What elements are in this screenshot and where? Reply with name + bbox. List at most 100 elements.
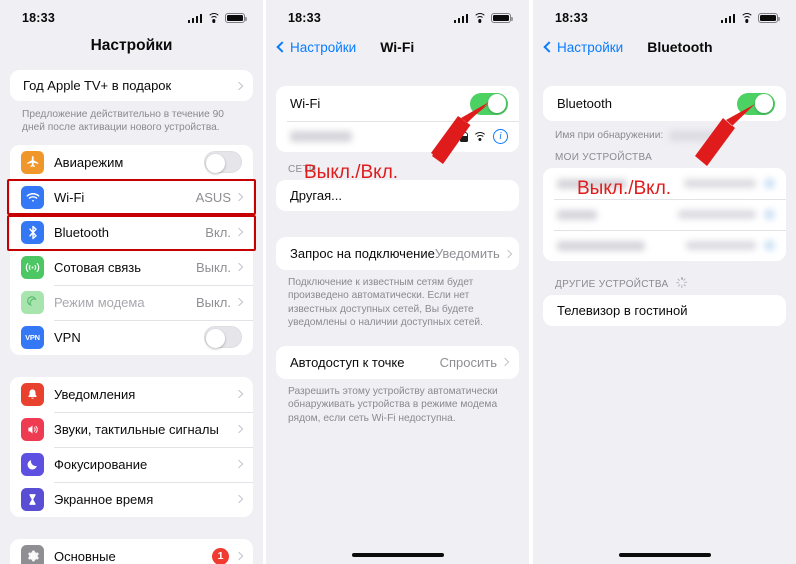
bluetooth-navbar: Настройки Bluetooth — [533, 30, 796, 64]
promo-label: Год Apple TV+ в подарок — [23, 78, 172, 93]
cellular-bars-icon — [453, 13, 468, 23]
promo-group: Год Apple TV+ в подарок — [10, 70, 253, 101]
page-title: Bluetooth — [647, 39, 713, 55]
chevron-right-icon — [234, 390, 244, 399]
settings-row-screentime[interactable]: Экранное время — [10, 481, 253, 517]
settings-row-airplane[interactable]: Авиарежим — [10, 144, 253, 180]
home-indicator — [351, 552, 444, 557]
settings-row-notifications[interactable]: Уведомления — [10, 376, 253, 412]
chevron-right-icon — [503, 249, 513, 258]
annotation-arrow — [695, 104, 755, 166]
chevron-right-icon — [234, 228, 244, 237]
status-icons — [187, 13, 247, 23]
info-icon[interactable] — [764, 178, 775, 189]
settings-row-label: Фокусирование — [54, 456, 148, 472]
phone-screen-settings: 18:33 Настройки Год Apple TV+ в подарок … — [0, 0, 263, 564]
airplane-icon — [21, 150, 44, 174]
status-time: 18:33 — [555, 11, 588, 25]
status-badge: 1 — [212, 547, 229, 564]
device-status-redacted — [686, 241, 756, 250]
device-name-redacted — [557, 209, 597, 220]
other-network-row[interactable]: Другая... — [276, 180, 519, 211]
wifi-icon — [207, 13, 220, 23]
chevron-left-icon — [543, 41, 555, 53]
auto-hotspot-row[interactable]: Автодоступ к точке Спросить — [276, 345, 519, 379]
back-button[interactable]: Настройки — [276, 39, 357, 55]
loading-spinner-icon — [676, 277, 688, 288]
info-icon[interactable] — [764, 209, 775, 220]
list-item[interactable] — [543, 230, 786, 261]
settings-row-cellular[interactable]: Сотовая связь Выкл. — [10, 249, 253, 285]
chevron-right-icon — [234, 495, 244, 504]
ask-to-join-row[interactable]: Запрос на подключение Уведомить — [276, 237, 519, 270]
networks-group: Другая... — [276, 180, 519, 211]
wifi-navbar: Настройки Wi-Fi — [266, 30, 529, 64]
settings-row-label: Авиарежим — [54, 154, 124, 170]
status-bar: 18:33 — [533, 0, 796, 30]
settings-row-general[interactable]: Основные 1 — [10, 538, 253, 564]
device-status-redacted — [678, 210, 756, 219]
status-bar: 18:33 — [266, 0, 529, 30]
chevron-left-icon — [276, 41, 288, 53]
annotation-arrow — [431, 102, 489, 164]
settings-row-bluetooth[interactable]: Bluetooth Вкл. — [10, 214, 253, 250]
vpn-toggle[interactable] — [204, 326, 242, 349]
other-device-label: Телевизор в гостиной — [557, 303, 688, 318]
chevron-right-icon — [234, 460, 244, 469]
chevron-right-icon — [234, 298, 244, 307]
airplane-toggle[interactable] — [204, 151, 242, 174]
other-network-label: Другая... — [290, 188, 342, 203]
vpn-icon: VPN — [21, 325, 44, 349]
settings-row-sounds[interactable]: Звуки, тактильные сигналы — [10, 411, 253, 447]
back-button[interactable]: Настройки — [543, 40, 623, 55]
settings-row-focus[interactable]: Фокусирование — [10, 446, 253, 482]
settings-row-label: Уведомления — [54, 386, 136, 402]
settings-row-label: VPN — [54, 329, 81, 345]
promo-row[interactable]: Год Apple TV+ в подарок — [10, 70, 253, 101]
settings-row-vpn[interactable]: VPN VPN — [10, 319, 253, 355]
speaker-icon — [21, 417, 44, 441]
settings-row-wifi[interactable]: Wi-Fi ASUS — [10, 179, 253, 215]
ask-to-join-footer: Подключение к известным сетям будет прои… — [288, 277, 483, 329]
chevron-right-icon — [234, 263, 244, 272]
status-time: 18:33 — [288, 11, 321, 25]
other-devices-group: Телевизор в гостиной — [543, 295, 786, 326]
settings-row-label: Сотовая связь — [54, 259, 142, 275]
hourglass-icon — [21, 487, 44, 511]
chevron-right-icon — [234, 425, 244, 434]
wifi-value: ASUS — [195, 189, 231, 205]
info-icon[interactable] — [764, 240, 775, 251]
cellular-bars-icon — [720, 13, 735, 23]
chevron-right-icon — [500, 358, 510, 367]
settings-row-hotspot[interactable]: Режим модема Выкл. — [10, 284, 253, 320]
back-label: Настройки — [290, 39, 357, 55]
promo-footer: Предложение действительно в течение 90 д… — [22, 109, 224, 134]
status-icons — [453, 13, 513, 23]
annotation-text: Выкл./Вкл. — [304, 162, 399, 183]
status-icons — [720, 13, 780, 23]
page-title: Настройки — [90, 37, 173, 54]
battery-icon — [491, 13, 513, 23]
system-group: Основные 1 Пункт управления — [10, 538, 253, 564]
ask-to-join-label: Запрос на подключение — [290, 246, 435, 261]
bluetooth-value: Вкл. — [205, 224, 231, 240]
wifi-icon — [473, 13, 486, 23]
ask-to-join-group: Запрос на подключение Уведомить — [276, 237, 519, 270]
other-devices-header: ДРУГИЕ УСТРОЙСТВА — [555, 279, 669, 290]
chevron-right-icon — [234, 193, 244, 202]
list-item[interactable] — [543, 199, 786, 230]
status-time: 18:33 — [22, 11, 55, 25]
alerts-group: Уведомления Звуки, тактильные сигналы Фо… — [10, 376, 253, 517]
auto-hotspot-label: Автодоступ к точке — [290, 354, 405, 370]
device-status-redacted — [684, 179, 756, 188]
other-device-row[interactable]: Телевизор в гостиной — [543, 295, 786, 326]
settings-navbar: Настройки — [0, 30, 263, 62]
cellular-bars-icon — [187, 13, 202, 23]
auto-hotspot-group: Автодоступ к точке Спросить — [276, 345, 519, 379]
battery-icon — [225, 13, 247, 23]
settings-row-label: Bluetooth — [54, 224, 109, 240]
bluetooth-icon — [21, 220, 44, 244]
moon-icon — [21, 452, 44, 476]
wifi-icon — [21, 185, 44, 209]
cellular-icon — [21, 255, 44, 279]
